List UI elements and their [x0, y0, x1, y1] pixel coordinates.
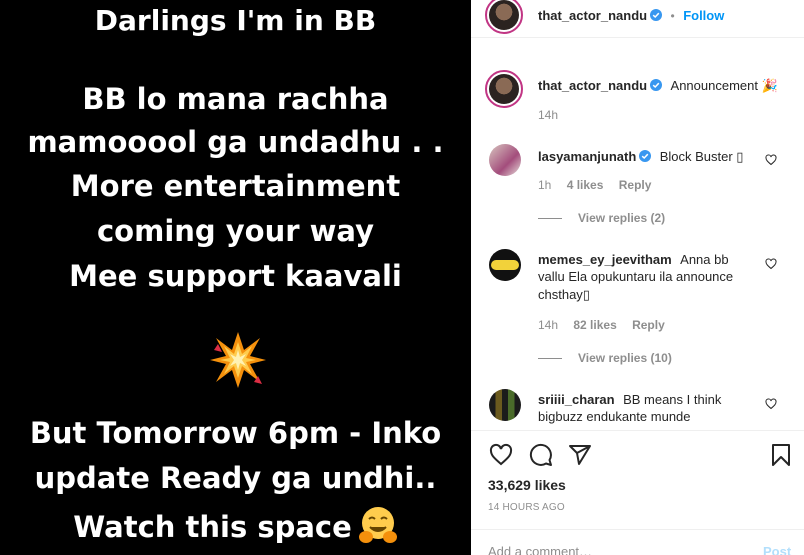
- header-separator: •: [670, 9, 675, 23]
- bookmark-icon[interactable]: [770, 443, 792, 467]
- post-comment-button[interactable]: Post: [763, 544, 791, 555]
- comment-text: bigbuzz endukante munde: [538, 409, 691, 424]
- comment-body: lasyamanjunath Block Buster ▯: [538, 148, 743, 166]
- comment-time: 14h: [538, 318, 559, 332]
- comment-like-heart-icon[interactable]: [765, 258, 777, 270]
- comment-username[interactable]: sriiii_charan: [538, 392, 615, 407]
- comment-avatar[interactable]: [489, 389, 521, 421]
- composer-divider: [471, 529, 804, 530]
- media-text-line-with-emoji: Watch this space: [0, 505, 471, 545]
- caption-text: Announcement 🎉: [670, 78, 778, 93]
- post-header: that_actor_nandu • Follow: [538, 7, 724, 25]
- view-replies-line: [538, 218, 562, 220]
- comment-body: sriiii_charan BB means I think: [538, 391, 721, 409]
- media-text-line: More entertainment: [70, 169, 401, 203]
- heart-icon[interactable]: [489, 443, 513, 467]
- view-replies-label: View replies (10): [578, 351, 672, 365]
- reply-button[interactable]: Reply: [619, 178, 652, 192]
- comment-avatar[interactable]: [489, 249, 521, 281]
- hugging-face-emoji: [358, 507, 397, 543]
- media-text-line: update Ready ga undhi..: [34, 461, 437, 495]
- author-avatar[interactable]: [485, 0, 523, 34]
- view-replies-label: View replies (2): [578, 211, 666, 225]
- comment-username[interactable]: lasyamanjunath: [538, 149, 636, 164]
- paper-plane-icon[interactable]: [568, 443, 592, 467]
- caption: that_actor_nandu Announcement 🎉: [538, 77, 778, 95]
- verified-badge-icon: [639, 150, 652, 162]
- post-sidebar: that_actor_nandu • Follow that_actor_nan…: [471, 0, 804, 555]
- comment-body: memes_ey_jeevitham Anna bb: [538, 251, 729, 269]
- media-text-line: mamooool ga undadhu . .: [27, 125, 444, 159]
- actions-divider: [471, 430, 804, 431]
- caption-username[interactable]: that_actor_nandu: [538, 78, 647, 93]
- view-replies-button[interactable]: View replies (10): [538, 351, 672, 365]
- media-text-line: Darlings I'm in BB: [94, 4, 377, 37]
- media-text-line: BB lo mana rachha: [82, 82, 389, 116]
- comment-likes[interactable]: 82 likes: [573, 318, 616, 332]
- media-text-line: Mee support kaavali: [69, 259, 402, 293]
- comment-like-heart-icon[interactable]: [765, 154, 777, 166]
- comment-text: BB means I think: [623, 392, 722, 407]
- add-comment-input[interactable]: Add a comment…: [488, 544, 748, 555]
- caption-avatar[interactable]: [485, 70, 523, 108]
- comment-text: vallu Ela opukuntaru ila announce: [538, 269, 734, 284]
- caption-time: 14h: [538, 108, 559, 122]
- comment-username[interactable]: memes_ey_jeevitham: [538, 252, 672, 267]
- comment-time: 1h: [538, 178, 552, 192]
- view-replies-line: [538, 358, 562, 360]
- verified-badge-icon: [650, 9, 663, 21]
- comment-text: Anna bb: [680, 252, 729, 267]
- media-text-line: But Tomorrow 6pm - Inko: [29, 416, 442, 450]
- likes-count[interactable]: 33,629 likes: [488, 477, 566, 493]
- comment-meta: 14h 82 likes Reply: [538, 318, 665, 332]
- comment-avatar[interactable]: [489, 144, 521, 176]
- view-replies-button[interactable]: View replies (2): [538, 211, 665, 225]
- header-divider: [471, 37, 804, 38]
- media-text: Watch this space: [73, 510, 352, 544]
- verified-badge-icon: [650, 79, 663, 91]
- media-text-line: coming your way: [96, 214, 374, 248]
- comment-meta: 1h 4 likes Reply: [538, 178, 651, 192]
- author-username[interactable]: that_actor_nandu: [538, 8, 647, 23]
- collision-emoji: [210, 332, 266, 388]
- comment-text: Block Buster ▯: [659, 149, 744, 164]
- comment-likes[interactable]: 4 likes: [567, 178, 604, 192]
- reply-button[interactable]: Reply: [632, 318, 665, 332]
- post-time-ago: 14 HOURS AGO: [488, 502, 565, 513]
- post-media[interactable]: Darlings I'm in BB BB lo mana rachha mam…: [0, 0, 471, 555]
- comment-icon[interactable]: [529, 443, 553, 467]
- comment-like-heart-icon[interactable]: [765, 398, 777, 410]
- follow-button[interactable]: Follow: [683, 8, 724, 23]
- comment-text: chsthay▯: [538, 287, 590, 302]
